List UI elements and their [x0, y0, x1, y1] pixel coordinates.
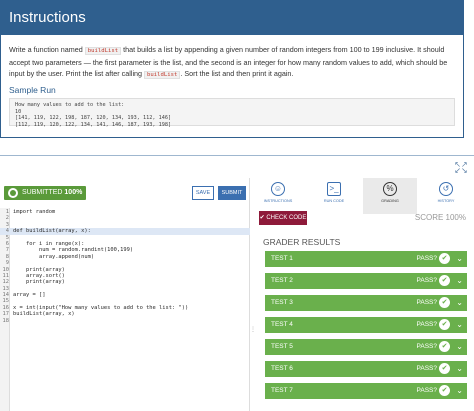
code-lines[interactable]: 1 import random 2 3 4 def buildList(array, x)… — [0, 209, 250, 324]
test-result: PASS? — [416, 277, 437, 284]
tab-run-code[interactable]: >_ RUN CODE — [307, 178, 361, 214]
test-result: PASS? — [416, 387, 437, 394]
line-text: print(array) — [13, 279, 65, 286]
tab-grading[interactable]: % GRADING — [363, 178, 417, 214]
code-line[interactable]: 18 — [0, 318, 250, 324]
code-buildlist-2: buildList — [144, 71, 181, 79]
grader-results-header: GRADER RESULTS — [263, 237, 341, 247]
history-icon: ↺ — [439, 182, 453, 196]
line-text: def buildList(array, x): — [13, 228, 91, 235]
instructions-title: Instructions — [1, 1, 463, 35]
instructions-panel: Instructions Write a function named buil… — [0, 0, 464, 138]
code-buildlist: buildList — [84, 47, 122, 55]
sample-run-output: How many values to add to the list: 10 [14… — [9, 98, 455, 128]
check-icon: ✔ — [439, 297, 450, 308]
test-name: TEST 3 — [271, 299, 293, 306]
percent-icon: % — [383, 182, 397, 196]
check-icon: ✔ — [439, 341, 450, 352]
chevron-down-icon[interactable]: ⌄ — [456, 341, 463, 352]
check-icon: ✔ — [439, 385, 450, 396]
test-result: PASS? — [416, 365, 437, 372]
chevron-down-icon[interactable]: ⌄ — [456, 297, 463, 308]
line-text: x = int(input("How many values to add to… — [13, 304, 189, 311]
test-result: PASS? — [416, 343, 437, 350]
check-icon: ✔ — [439, 253, 450, 264]
test-name: TEST 2 — [271, 277, 293, 284]
chevron-down-icon[interactable]: ⌄ — [456, 253, 463, 264]
test-result: PASS? — [416, 255, 437, 262]
check-code-button[interactable]: ✔ CHECK CODE — [259, 211, 307, 225]
submit-button[interactable]: SUBMIT — [218, 186, 246, 200]
right-pane: ☺ INSTRUCTIONS >_ RUN CODE % GRADING ↺ H… — [251, 156, 474, 411]
line-text: print(array) — [13, 266, 65, 273]
submitted-badge: SUBMITTED 100% — [4, 186, 87, 200]
score-label: SCORE 100% — [414, 213, 466, 222]
instructions-description: Write a function named buildList that bu… — [9, 45, 448, 79]
test-result: PASS? — [416, 299, 437, 306]
test-row[interactable]: TEST 5 PASS? ✔ ⌄ — [265, 339, 467, 355]
chevron-down-icon[interactable]: ⌄ — [456, 319, 463, 330]
save-button[interactable]: SAVE — [192, 186, 214, 200]
check-circle-icon — [8, 188, 18, 198]
test-row[interactable]: TEST 3 PASS? ✔ ⌄ — [265, 295, 467, 311]
line-number: 18 — [2, 317, 10, 324]
check-icon: ✔ — [439, 275, 450, 286]
tab-bar: ☺ INSTRUCTIONS >_ RUN CODE % GRADING ↺ H… — [251, 178, 474, 214]
test-row[interactable]: TEST 4 PASS? ✔ ⌄ — [265, 317, 467, 333]
test-result: PASS? — [416, 321, 437, 328]
line-text: num = random.randint(100,199) — [13, 247, 134, 254]
line-text: array.append(num) — [13, 253, 95, 260]
code-editor[interactable]: SUBMITTED 100% SAVE SUBMIT 1 import rando… — [0, 178, 250, 411]
chevron-down-icon[interactable]: ⌄ — [456, 385, 463, 396]
test-name: TEST 7 — [271, 387, 293, 394]
smile-icon: ☺ — [271, 182, 285, 196]
test-name: TEST 5 — [271, 343, 293, 350]
line-text: buildList(array, x) — [13, 311, 75, 318]
test-row[interactable]: TEST 7 PASS? ✔ ⌄ — [265, 383, 467, 399]
check-icon: ✔ — [439, 363, 450, 374]
line-text: for i in range(x): — [13, 240, 85, 247]
sample-run-title: Sample Run — [9, 85, 56, 95]
terminal-icon: >_ — [327, 182, 341, 196]
line-text: array.sort() — [13, 272, 65, 279]
chevron-down-icon[interactable]: ⌄ — [456, 275, 463, 286]
test-name: TEST 1 — [271, 255, 293, 262]
test-name: TEST 4 — [271, 321, 293, 328]
check-icon: ✔ — [439, 319, 450, 330]
test-row[interactable]: TEST 1 PASS? ✔ ⌄ — [265, 251, 467, 267]
workspace-panel: ↖↗ ↙↘ SUBMITTED 100% SAVE SUBMIT 1 import … — [0, 155, 474, 411]
test-row[interactable]: TEST 2 PASS? ✔ ⌄ — [265, 273, 467, 289]
tab-history[interactable]: ↺ HISTORY — [419, 178, 473, 214]
chevron-down-icon[interactable]: ⌄ — [456, 363, 463, 374]
tab-instructions[interactable]: ☺ INSTRUCTIONS — [251, 178, 305, 214]
line-text: import random — [13, 209, 56, 215]
line-text: array = [] — [13, 292, 46, 299]
test-row[interactable]: TEST 6 PASS? ✔ ⌄ — [265, 361, 467, 377]
test-name: TEST 6 — [271, 365, 293, 372]
